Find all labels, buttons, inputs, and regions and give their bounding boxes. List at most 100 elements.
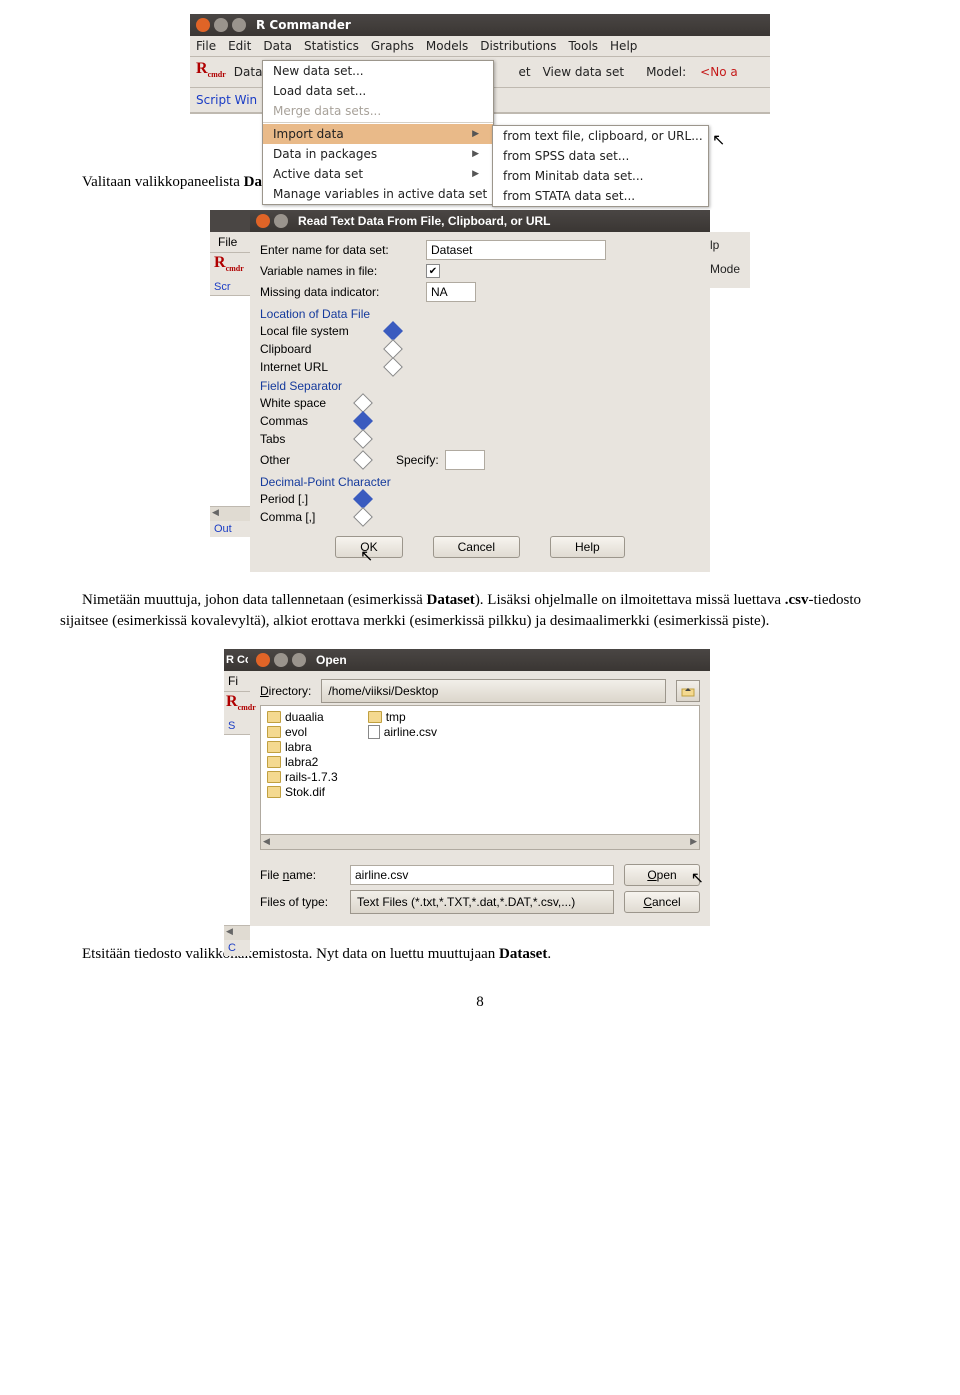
background-window-left: R Commander Fi Rcmdr S ◀ C [224,649,250,956]
dialog-title: Read Text Data From File, Clipboard, or … [298,214,550,228]
open-button[interactable]: Open [624,864,700,886]
submenu-from-text[interactable]: from text file, clipboard, or URL... [493,126,708,146]
close-icon[interactable] [196,18,210,32]
radio-url[interactable] [383,357,403,377]
location-section: Location of Data File [260,304,700,322]
file-icon [368,725,380,739]
up-directory-button[interactable] [676,680,700,702]
filetype-select[interactable]: Text Files (*.txt,*.TXT,*.dat,*.DAT,*.cs… [350,890,614,914]
specify-input[interactable] [445,450,485,470]
close-icon[interactable] [256,214,270,228]
screenshot-open-dialog: R Commander Fi Rcmdr S ◀ C Open Director… [250,649,710,926]
dec-period[interactable]: Period [.] [260,492,350,506]
data-menu-dropdown: New data set... Load data set... Merge d… [262,60,494,205]
menu-item-data-packages[interactable]: Data in packages▶ [263,144,493,164]
paragraph-dialog-desc: Nimetään muuttuja, johon data tallenneta… [60,590,900,631]
close-icon[interactable] [256,653,270,667]
folder-evol[interactable]: evol [267,725,338,739]
menu-graphs[interactable]: Graphs [371,39,414,53]
filename-input[interactable] [350,865,614,885]
view-data-button[interactable]: View data set [543,65,624,79]
screenshot-data-menu: R Commander File Edit Data Statistics Gr… [190,14,770,154]
minimize-icon[interactable] [274,214,288,228]
toolbar-et: et [519,65,531,79]
folder-icon [267,711,281,723]
menu-item-manage-vars[interactable]: Manage variables in active data set▶ [263,184,493,204]
radio-tabs[interactable] [353,429,373,449]
rcmdr-logo: Rcmdr [226,693,256,710]
missing-label: Missing data indicator: [260,285,420,299]
name-label: Enter name for data set: [260,243,420,257]
sep-commas[interactable]: Commas [260,414,350,428]
maximize-icon[interactable] [292,653,306,667]
file-airline[interactable]: airline.csv [368,725,437,739]
screenshot-read-dialog: File Rcmdr Scr ◀ Out lp Mode Read Text D… [250,210,710,572]
radio-comma[interactable] [353,507,373,527]
partial-rtitle: R Commander [226,654,248,666]
sep-other[interactable]: Other [260,453,350,467]
folder-duaalia[interactable]: duaalia [267,710,338,724]
menu-item-active-data[interactable]: Active data set▶ [263,164,493,184]
ok-button[interactable]: OK [335,536,402,558]
rcmdr-logo: Rcmdr [214,254,244,271]
loc-local[interactable]: Local file system [260,324,380,338]
loc-clipboard[interactable]: Clipboard [260,342,380,356]
directory-select[interactable]: /home/viiksi/Desktop [321,679,666,703]
menu-tools[interactable]: Tools [568,39,598,53]
specify-label: Specify: [396,453,439,467]
directory-label: Directory: [260,684,311,698]
sep-whitespace[interactable]: White space [260,396,350,410]
menu-file[interactable]: File [196,39,216,53]
menu-edit[interactable]: Edit [228,39,251,53]
window-title: R Commander [256,18,351,32]
menu-item-new-data[interactable]: New data set... [263,61,493,81]
menu-help[interactable]: Help [610,39,637,53]
rcmdr-logo: Rcmdr [196,63,226,81]
import-submenu: from text file, clipboard, or URL... fro… [492,125,709,207]
partial-mode: Mode [710,254,746,284]
partial-fi: Fi [228,674,238,688]
radio-other[interactable] [353,450,373,470]
separator-section: Field Separator [260,376,700,394]
menu-data[interactable]: Data [263,39,292,53]
cancel-button[interactable]: Cancel [624,891,700,913]
menu-statistics[interactable]: Statistics [304,39,359,53]
filename-label: File name: [260,868,340,882]
menu-separator [263,122,493,123]
submenu-from-stata[interactable]: from STATA data set... [493,186,708,206]
dec-comma[interactable]: Comma [,] [260,510,350,524]
no-active-label: <No a [700,65,738,79]
submenu-from-minitab[interactable]: from Minitab data set... [493,166,708,186]
menu-item-merge-data: Merge data sets... [263,101,493,121]
chevron-right-icon: ▶ [472,149,479,159]
partial-file: File [218,235,237,249]
partial-lp: lp [710,236,746,254]
folder-tmp[interactable]: tmp [368,710,437,724]
folder-stokdif[interactable]: Stok.dif [267,785,338,799]
horizontal-scrollbar[interactable]: ◀▶ [260,835,700,850]
varnames-checkbox[interactable]: ✔ [426,264,440,278]
folder-rails[interactable]: rails-1.7.3 [267,770,338,784]
file-list[interactable]: duaalia evol labra labra2 rails-1.7.3 St… [260,705,700,835]
sep-tabs[interactable]: Tabs [260,432,350,446]
menubar: File Edit Data Statistics Graphs Models … [190,36,770,57]
menu-distributions[interactable]: Distributions [480,39,556,53]
minimize-icon[interactable] [274,653,288,667]
submenu-from-spss[interactable]: from SPSS data set... [493,146,708,166]
maximize-icon[interactable] [232,18,246,32]
dataset-name-input[interactable] [426,240,606,260]
folder-labra[interactable]: labra [267,740,338,754]
missing-input[interactable] [426,282,476,302]
folder-labra2[interactable]: labra2 [267,755,338,769]
menu-item-import-data[interactable]: Import data▶ [263,124,493,144]
folder-icon [267,741,281,753]
minimize-icon[interactable] [214,18,228,32]
window-titlebar: R Commander [190,14,770,36]
loc-url[interactable]: Internet URL [260,360,380,374]
help-button[interactable]: Help [550,536,625,558]
menu-item-load-data[interactable]: Load data set... [263,81,493,101]
background-window-right: lp Mode [706,232,750,288]
menu-models[interactable]: Models [426,39,468,53]
folder-icon [368,711,382,723]
cancel-button[interactable]: Cancel [433,536,520,558]
